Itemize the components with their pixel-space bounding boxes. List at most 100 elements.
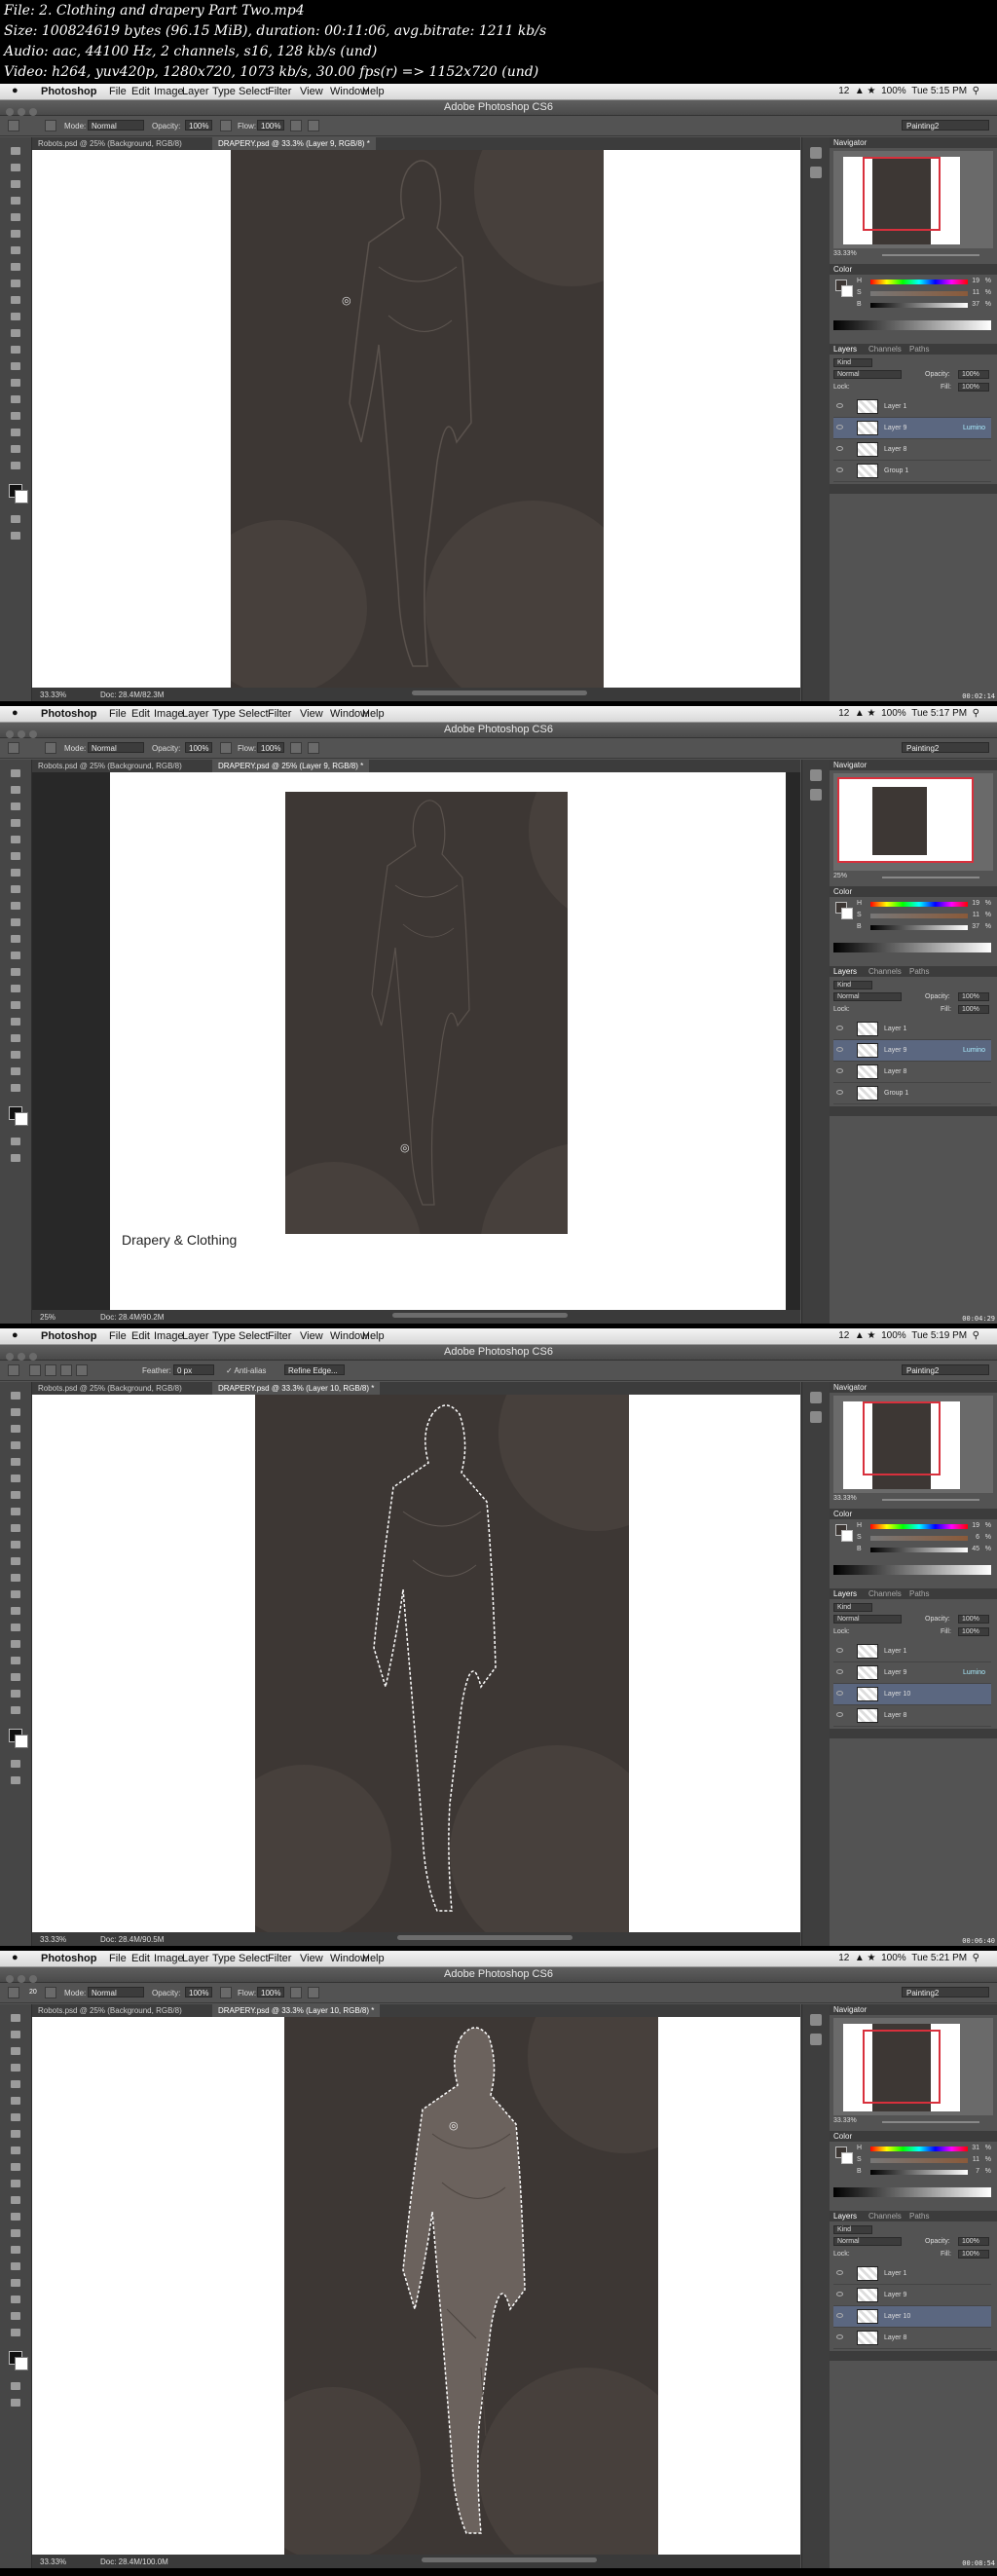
visibility-eye-icon[interactable]	[836, 2313, 843, 2318]
background-color-swatch[interactable]	[15, 1112, 28, 1126]
menu-layer[interactable]: Layer	[182, 708, 209, 720]
visibility-eye-icon[interactable]	[836, 1691, 843, 1696]
flow-input[interactable]: 100%	[257, 1987, 284, 1997]
background-color-swatch[interactable]	[15, 1735, 28, 1748]
add-selection-icon[interactable]	[45, 1364, 56, 1376]
color-ramp[interactable]	[833, 1565, 991, 1575]
blur-tool-icon[interactable]	[11, 2213, 20, 2221]
paragraph-panel-icon[interactable]	[810, 789, 822, 801]
menu-file[interactable]: File	[109, 1330, 127, 1342]
color-b-slider[interactable]	[870, 303, 968, 308]
navigator-zoom[interactable]: 33.33%	[833, 1495, 857, 1502]
blur-tool-icon[interactable]	[11, 346, 20, 354]
tab-robots[interactable]: Robots.psd @ 25% (Background, RGB/8)	[32, 2004, 188, 2017]
tool-preset-icon[interactable]	[8, 1987, 19, 1998]
gradient-tool-icon[interactable]	[11, 952, 20, 959]
horizontal-scrollbar[interactable]	[422, 2557, 597, 2562]
tab-robots[interactable]: Robots.psd @ 25% (Background, RGB/8)	[32, 137, 188, 150]
pressure-size-icon[interactable]	[308, 120, 319, 131]
menu-type[interactable]: Type	[212, 708, 236, 720]
zoom-level[interactable]: 33.33%	[40, 2557, 66, 2566]
blend-mode-select[interactable]: Normal	[833, 1615, 902, 1624]
nav-view-box[interactable]	[837, 777, 974, 863]
layer-row[interactable]: Layer 1	[833, 1641, 991, 1662]
tab-channels[interactable]: Channels	[868, 1589, 902, 1598]
artwork[interactable]	[231, 150, 604, 688]
color-s-value[interactable]: 11	[973, 289, 979, 296]
visibility-eye-icon[interactable]	[836, 2270, 843, 2275]
history-brush-tool-icon[interactable]	[11, 2163, 20, 2171]
crop-tool-icon[interactable]	[11, 213, 20, 221]
color-h-value[interactable]: 19	[972, 278, 979, 284]
path-select-tool-icon[interactable]	[11, 1657, 20, 1664]
menu-image[interactable]: Image	[154, 1953, 184, 1964]
pressure-opacity-icon[interactable]	[220, 742, 232, 754]
brush-tool-icon[interactable]	[11, 2130, 20, 2138]
zoom-level[interactable]: 33.33%	[40, 1935, 66, 1944]
zoom-tool-icon[interactable]	[11, 2329, 20, 2336]
menu-help[interactable]: Help	[362, 708, 385, 720]
navigator-preview[interactable]	[833, 773, 993, 871]
quick-select-tool-icon[interactable]	[11, 1441, 20, 1449]
layer-opacity-input[interactable]: 100%	[958, 2237, 989, 2246]
menu-edit[interactable]: Edit	[131, 708, 150, 720]
shape-tool-icon[interactable]	[11, 429, 20, 436]
pressure-size-icon[interactable]	[308, 742, 319, 754]
color-s-value[interactable]: 11	[973, 2156, 979, 2163]
type-tool-icon[interactable]	[11, 1018, 20, 1026]
history-brush-tool-icon[interactable]	[11, 918, 20, 926]
lasso-tool-icon[interactable]	[11, 2047, 20, 2055]
move-tool-icon[interactable]	[11, 769, 20, 777]
opacity-input[interactable]: 100%	[185, 1987, 212, 1997]
color-h-value[interactable]: 19	[972, 900, 979, 907]
nav-view-box[interactable]	[863, 157, 941, 231]
eyedropper-tool-icon[interactable]	[11, 230, 20, 238]
dodge-tool-icon[interactable]	[11, 985, 20, 992]
menu-app[interactable]: Photoshop	[41, 708, 96, 720]
healing-tool-icon[interactable]	[11, 246, 20, 254]
blur-tool-icon[interactable]	[11, 968, 20, 976]
menu-layer[interactable]: Layer	[182, 1953, 209, 1964]
visibility-eye-icon[interactable]	[836, 403, 843, 408]
layer-row[interactable]: Layer 9	[833, 2285, 991, 2306]
brush-tool-icon[interactable]	[11, 1508, 20, 1515]
menu-select[interactable]: Select	[239, 1953, 269, 1964]
menu-filter[interactable]: Filter	[268, 86, 291, 97]
zoom-tool-icon[interactable]	[11, 462, 20, 469]
layer-opacity-input[interactable]: 100%	[958, 1615, 989, 1624]
visibility-eye-icon[interactable]	[836, 2292, 843, 2296]
visibility-eye-icon[interactable]	[836, 1047, 843, 1052]
color-h-slider[interactable]	[870, 902, 968, 907]
visibility-eye-icon[interactable]	[836, 1026, 843, 1030]
tab-channels[interactable]: Channels	[868, 2212, 902, 2221]
artwork[interactable]	[284, 2017, 658, 2555]
visibility-eye-icon[interactable]	[836, 446, 843, 451]
color-b-slider[interactable]	[870, 1548, 968, 1552]
menu-type[interactable]: Type	[212, 86, 236, 97]
color-s-slider[interactable]	[870, 291, 968, 296]
visibility-eye-icon[interactable]	[836, 1712, 843, 1717]
tab-channels[interactable]: Channels	[868, 345, 902, 354]
quick-mask-icon[interactable]	[11, 1138, 20, 1145]
screen-mode-icon[interactable]	[11, 1776, 20, 1784]
gradient-tool-icon[interactable]	[11, 1574, 20, 1582]
workspace-select[interactable]: Painting2	[902, 1364, 989, 1375]
mode-select[interactable]: Normal	[88, 742, 144, 753]
menu-edit[interactable]: Edit	[131, 1330, 150, 1342]
character-panel-icon[interactable]	[810, 2014, 822, 2026]
tab-paths[interactable]: Paths	[909, 1589, 929, 1598]
menu-type[interactable]: Type	[212, 1330, 236, 1342]
kind-filter-select[interactable]: Kind	[833, 358, 872, 367]
color-ramp[interactable]	[833, 320, 991, 330]
layer-row[interactable]: Layer 8	[833, 1705, 991, 1727]
navigator-zoom-slider[interactable]	[882, 1499, 979, 1501]
layer-row[interactable]: Layer 9 Lumino	[833, 1662, 991, 1684]
menu-image[interactable]: Image	[154, 86, 184, 97]
tab-drapery[interactable]: DRAPERY.psd @ 33.3% (Layer 10, RGB/8) *	[212, 1382, 381, 1395]
menu-select[interactable]: Select	[239, 86, 269, 97]
move-tool-icon[interactable]	[11, 147, 20, 155]
mode-select[interactable]: Normal	[88, 120, 144, 131]
brush-tool-icon[interactable]	[11, 885, 20, 893]
subtract-selection-icon[interactable]	[60, 1364, 72, 1376]
visibility-eye-icon[interactable]	[836, 467, 843, 472]
